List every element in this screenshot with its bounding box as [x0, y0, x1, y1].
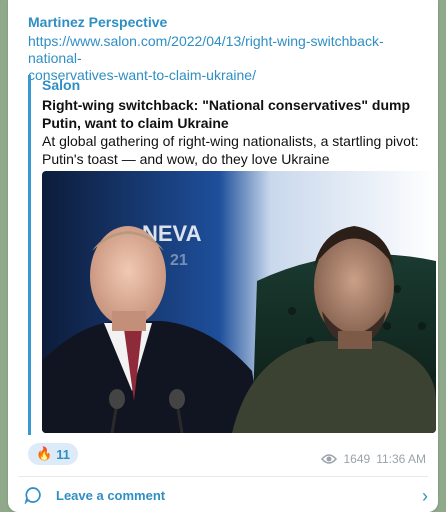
- image-text-small: 21: [170, 252, 188, 269]
- preview-photo: NEVA 21: [42, 171, 436, 433]
- preview-image[interactable]: NEVA 21: [42, 171, 436, 433]
- channel-name[interactable]: Martinez Perspective: [28, 14, 167, 30]
- preview-title: Right-wing switchback: "National conserv…: [42, 97, 411, 131]
- divider: [18, 476, 428, 477]
- link-preview[interactable]: Salon Right-wing switchback: "National c…: [28, 75, 441, 435]
- message-card: Martinez Perspective https://www.salon.c…: [8, 0, 438, 512]
- message-time: 11:36 AM: [376, 452, 426, 466]
- fire-icon: 🔥: [36, 446, 53, 461]
- eye-icon: [321, 454, 338, 464]
- reaction-fire[interactable]: 🔥 11: [28, 443, 78, 465]
- reaction-count: 11: [56, 446, 70, 462]
- preview-site-name: Salon: [42, 77, 81, 93]
- view-count: 1649: [343, 452, 371, 466]
- post-link-line-1[interactable]: https://www.salon.com/2022/04/13/right-w…: [28, 33, 428, 67]
- leave-comment-label: Leave a comment: [56, 487, 166, 503]
- preview-description: At global gathering of right-wing nation…: [42, 133, 419, 167]
- leave-comment-button[interactable]: Leave a comment ›: [24, 482, 434, 508]
- chevron-right-icon: ›: [422, 486, 428, 506]
- message-meta: 1649 11:36 AM: [321, 452, 426, 466]
- comment-icon: [24, 487, 41, 504]
